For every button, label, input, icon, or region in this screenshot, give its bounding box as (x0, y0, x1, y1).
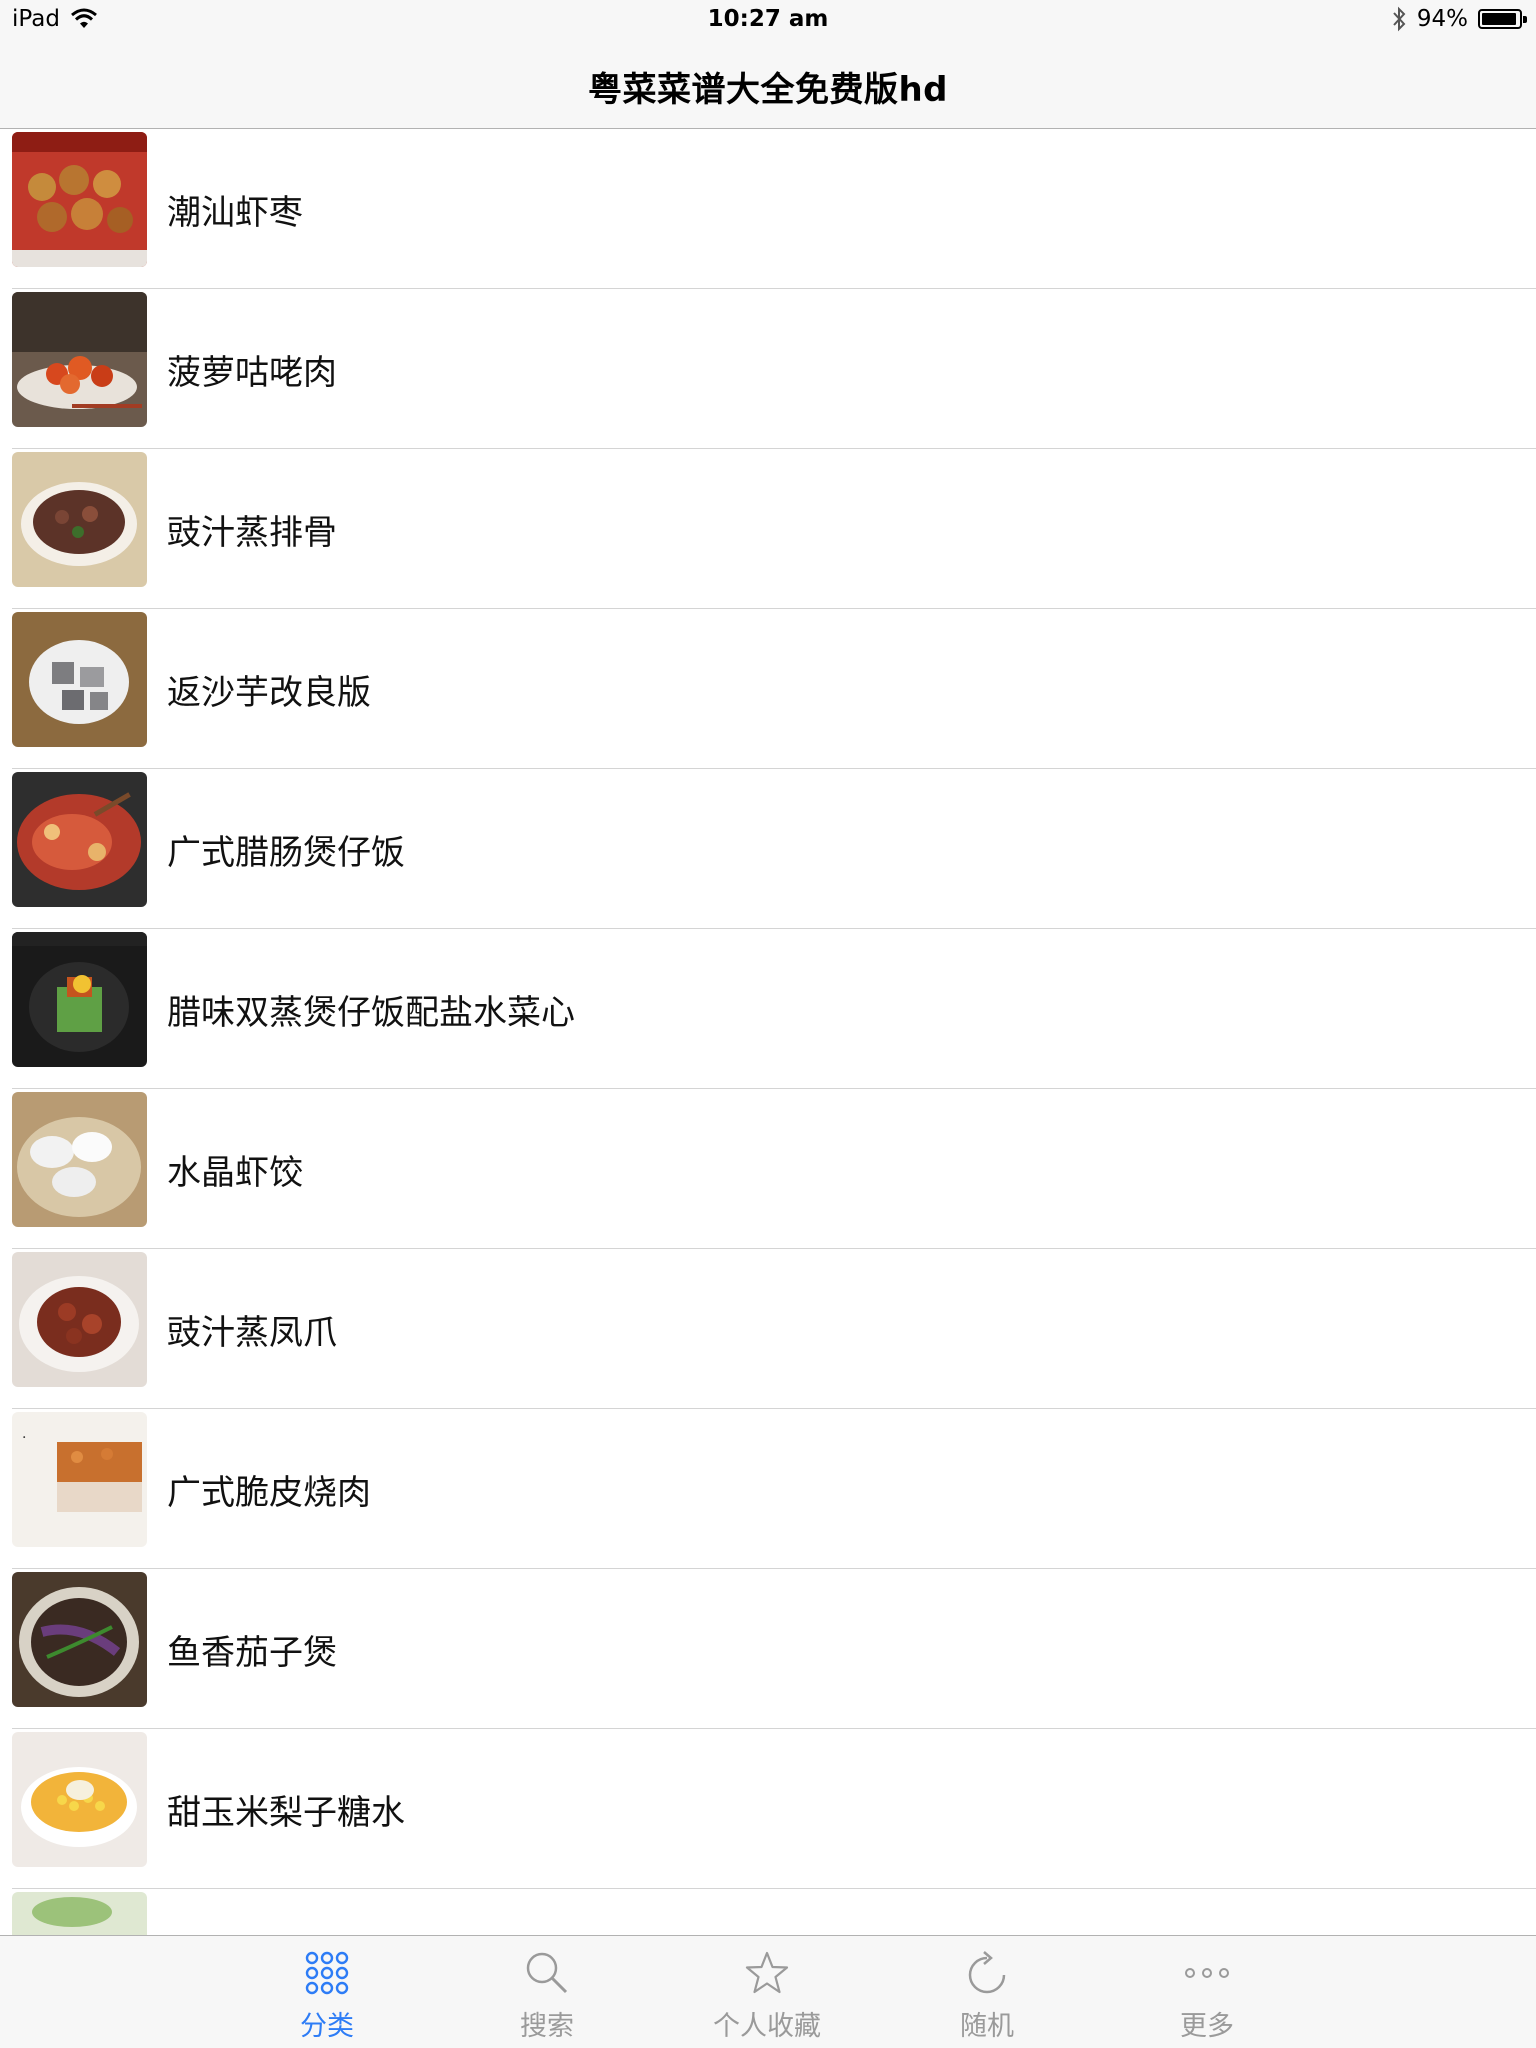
recipe-thumbnail (12, 452, 147, 587)
list-item[interactable]: 水晶虾饺 (0, 1089, 1536, 1249)
recipe-thumbnail (12, 1572, 147, 1707)
page-title: 粤菜菜谱大全免费版hd (587, 70, 949, 110)
recipe-name: 潮汕虾枣 (167, 193, 303, 233)
list-item[interactable]: 潮汕虾枣 (0, 129, 1536, 289)
recipe-thumbnail (12, 932, 147, 1067)
tab-search[interactable]: 搜索 (487, 1936, 607, 2048)
recipe-name: 腊味双蒸煲仔饭配盐水菜心 (167, 993, 575, 1033)
tab-label: 分类 (300, 2011, 354, 2042)
status-right: 94% (1391, 6, 1527, 32)
tab-bar: 分类 搜索 个人收藏 随机 更多 (0, 1935, 1536, 2048)
list-item[interactable]: 腊味双蒸煲仔饭配盐水菜心 (0, 929, 1536, 1089)
recipe-thumbnail (12, 1732, 147, 1867)
status-time: 10:27 am (707, 6, 829, 32)
tab-random[interactable]: 随机 (927, 1936, 1047, 2048)
tab-more[interactable]: 更多 (1147, 1936, 1267, 2048)
search-icon (526, 1952, 568, 1994)
battery-percent: 94% (1416, 6, 1468, 32)
recipe-name: 返沙芋改良版 (167, 673, 371, 713)
recipe-thumbnail (12, 132, 147, 267)
navigation-bar: 粤菜菜谱大全免费版hd (0, 40, 1536, 129)
status-bar: iPad 10:27 am 94% (0, 0, 1536, 40)
list-item[interactable]: · 广式脆皮烧肉 (0, 1409, 1536, 1569)
list-item[interactable]: 豉汁蒸凤爪 (0, 1249, 1536, 1409)
battery-icon (1478, 9, 1527, 29)
recipe-name: 甜玉米梨子糖水 (167, 1793, 405, 1833)
list-item[interactable]: 菠萝咕咾肉 (0, 289, 1536, 449)
list-item[interactable]: 甜玉米梨子糖水 (0, 1729, 1536, 1889)
recipe-thumbnail (12, 1252, 147, 1387)
recipe-name: 菠萝咕咾肉 (167, 353, 337, 393)
svg-text:·: · (22, 1430, 26, 1446)
tab-favorites[interactable]: 个人收藏 (707, 1936, 827, 2048)
tab-label: 随机 (960, 2011, 1014, 2042)
bluetooth-icon (1393, 6, 1406, 32)
recipe-name: 广式脆皮烧肉 (167, 1473, 371, 1513)
tab-label: 搜索 (520, 2011, 574, 2042)
list-item[interactable]: 返沙芋改良版 (0, 609, 1536, 769)
recipe-thumbnail (12, 612, 147, 747)
recipe-list[interactable]: 潮汕虾枣 菠萝咕咾肉 豉汁蒸排骨 返沙芋改良版 广式腊肠煲仔饭 腊味双蒸煲仔饭配… (0, 129, 1536, 1936)
list-item[interactable]: 豉汁蒸排骨 (0, 449, 1536, 609)
list-item[interactable] (0, 1889, 1536, 1936)
recipe-thumbnail (12, 772, 147, 907)
recipe-name: 水晶虾饺 (167, 1153, 303, 1193)
recipe-thumbnail (12, 1892, 147, 1936)
star-icon (745, 1951, 789, 1994)
recipe-name: 鱼香茄子煲 (167, 1633, 337, 1673)
grid-dots-icon (305, 1951, 349, 1995)
refresh-icon (968, 1951, 1006, 1994)
recipe-thumbnail (12, 292, 147, 427)
tab-label: 个人收藏 (713, 2011, 821, 2042)
tab-label: 更多 (1180, 2011, 1234, 2042)
tab-category[interactable]: 分类 (267, 1936, 387, 2048)
list-item[interactable]: 鱼香茄子煲 (0, 1569, 1536, 1729)
recipe-name: 豉汁蒸排骨 (167, 513, 337, 553)
recipe-name: 广式腊肠煲仔饭 (167, 833, 405, 873)
list-item[interactable]: 广式腊肠煲仔饭 (0, 769, 1536, 929)
recipe-thumbnail (12, 1092, 147, 1227)
recipe-thumbnail: · (12, 1412, 147, 1547)
recipe-name: 豉汁蒸凤爪 (167, 1313, 337, 1353)
more-dots-icon (1185, 1968, 1229, 1978)
